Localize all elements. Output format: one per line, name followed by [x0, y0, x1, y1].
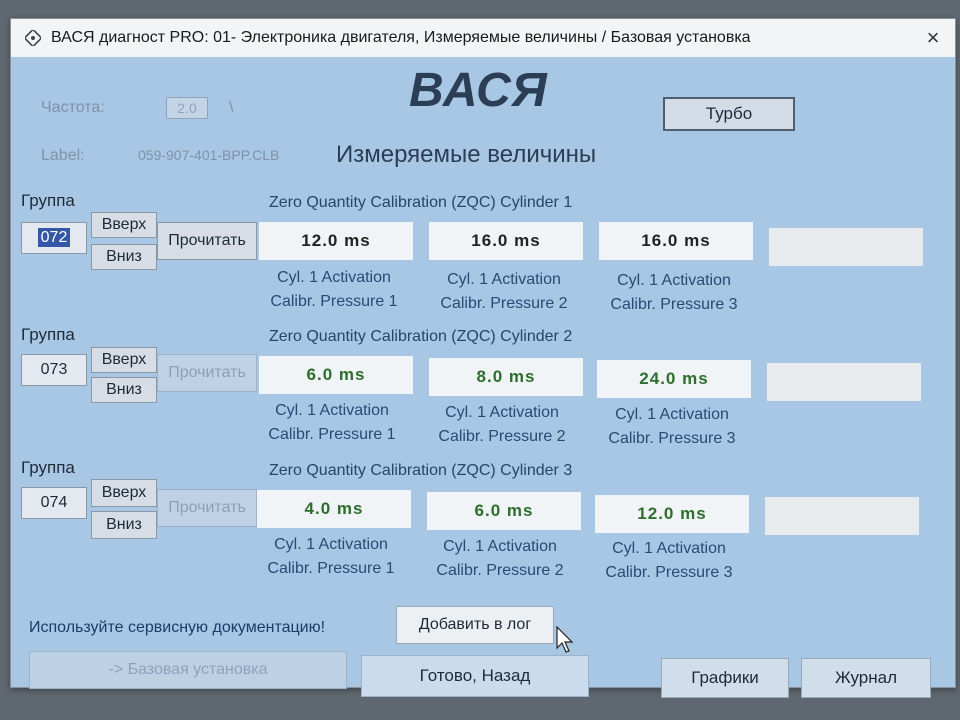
group-3-caption-3: Cyl. 1 Activation Calibr. Pressure 3 — [589, 537, 749, 585]
caption-line-1: Cyl. 1 Activation — [275, 402, 389, 419]
group-3-read-button[interactable]: Прочитать — [157, 489, 257, 527]
group-1-number-input[interactable]: 072 — [21, 222, 87, 254]
caption-line-2: Calibr. Pressure 1 — [268, 426, 396, 443]
caption-line-1: Cyl. 1 Activation — [615, 406, 729, 423]
page-title: Измеряемые величины — [336, 141, 597, 168]
group-2-value-2: 8.0 ms — [429, 358, 583, 396]
graphs-button[interactable]: Графики — [661, 658, 789, 698]
close-button[interactable]: × — [919, 25, 947, 51]
main-panel: Частота: 2.0 \ Label: 059-907-401-BPP.CL… — [11, 57, 955, 698]
group-1-value-3: 16.0 ms — [599, 222, 753, 260]
label-file: 059-907-401-BPP.CLB — [138, 147, 280, 163]
app-icon — [25, 30, 41, 46]
group-3-value-3: 12.0 ms — [595, 495, 749, 533]
group-2-caption-3: Cyl. 1 Activation Calibr. Pressure 3 — [592, 403, 752, 451]
group-2-title: Zero Quantity Calibration (ZQC) Cylinder… — [269, 328, 573, 345]
caption-line-2: Calibr. Pressure 2 — [436, 562, 564, 579]
group-1-label: Группа — [21, 191, 75, 210]
caption-line-2: Calibr. Pressure 2 — [440, 295, 568, 312]
app-window: ВАСЯ диагност PRO: 01- Электроника двига… — [10, 18, 956, 698]
caption-line-1: Cyl. 1 Activation — [612, 540, 726, 557]
group-1-value-4 — [769, 228, 923, 266]
mouse-cursor-icon — [556, 626, 574, 653]
group-3-up-button[interactable]: Вверх — [91, 479, 157, 507]
group-2-caption-2: Cyl. 1 Activation Calibr. Pressure 2 — [422, 401, 582, 449]
caption-line-1: Cyl. 1 Activation — [617, 272, 731, 289]
caption-line-2: Calibr. Pressure 3 — [608, 430, 736, 447]
caption-line-2: Calibr. Pressure 1 — [270, 293, 398, 310]
frequency-separator: \ — [229, 99, 234, 116]
caption-line-2: Calibr. Pressure 3 — [610, 296, 738, 313]
app-logo: ВАСЯ — [409, 64, 548, 117]
group-3-label: Группа — [21, 458, 75, 477]
group-1-caption-1: Cyl. 1 Activation Calibr. Pressure 1 — [254, 266, 414, 314]
title-bar: ВАСЯ диагност PRO: 01- Электроника двига… — [11, 19, 955, 57]
group-1-up-button[interactable]: Вверх — [91, 212, 157, 238]
done-back-button[interactable]: Готово, Назад — [361, 655, 589, 697]
window-title: ВАСЯ диагност PRO: 01- Электроника двига… — [51, 29, 751, 46]
group-2-label: Группа — [21, 325, 75, 344]
group-1-caption-3: Cyl. 1 Activation Calibr. Pressure 3 — [594, 269, 754, 317]
basic-settings-button[interactable]: -> Базовая установка — [29, 651, 347, 689]
group-3-caption-1: Cyl. 1 Activation Calibr. Pressure 1 — [251, 533, 411, 581]
group-3-down-button[interactable]: Вниз — [91, 511, 157, 539]
group-1-value-1: 12.0 ms — [259, 222, 413, 260]
caption-line-1: Cyl. 1 Activation — [277, 269, 391, 286]
group-2-value-1: 6.0 ms — [259, 356, 413, 394]
group-3-title: Zero Quantity Calibration (ZQC) Cylinder… — [269, 462, 573, 479]
group-2-up-button[interactable]: Вверх — [91, 347, 157, 373]
group-1-caption-2: Cyl. 1 Activation Calibr. Pressure 2 — [424, 268, 584, 316]
group-1-value-2: 16.0 ms — [429, 222, 583, 260]
service-doc-hint: Используйте сервисную документацию! — [29, 619, 326, 636]
group-3-value-1: 4.0 ms — [257, 490, 411, 528]
group-3-value-4 — [765, 497, 919, 535]
group-2-value-3: 24.0 ms — [597, 360, 751, 398]
caption-line-2: Calibr. Pressure 2 — [438, 428, 566, 445]
frequency-label: Частота: — [41, 99, 105, 116]
turbo-button[interactable]: Турбо — [663, 97, 795, 131]
group-3-number-input[interactable]: 074 — [21, 487, 87, 519]
frequency-field: 2.0 — [166, 97, 208, 119]
caption-line-1: Cyl. 1 Activation — [445, 404, 559, 421]
group-2-value-4 — [767, 363, 921, 401]
caption-line-1: Cyl. 1 Activation — [443, 538, 557, 555]
caption-line-2: Calibr. Pressure 1 — [267, 560, 395, 577]
caption-line-2: Calibr. Pressure 3 — [605, 564, 733, 581]
group-1-number: 072 — [37, 228, 71, 247]
group-1-title: Zero Quantity Calibration (ZQC) Cylinder… — [269, 194, 573, 211]
group-3-value-2: 6.0 ms — [427, 492, 581, 530]
journal-button[interactable]: Журнал — [801, 658, 931, 698]
group-2-caption-1: Cyl. 1 Activation Calibr. Pressure 1 — [252, 399, 412, 447]
caption-line-1: Cyl. 1 Activation — [274, 536, 388, 553]
group-2-down-button[interactable]: Вниз — [91, 377, 157, 403]
group-1-down-button[interactable]: Вниз — [91, 244, 157, 270]
caption-line-1: Cyl. 1 Activation — [447, 271, 561, 288]
group-1-read-button[interactable]: Прочитать — [157, 222, 257, 260]
group-3-caption-2: Cyl. 1 Activation Calibr. Pressure 2 — [420, 535, 580, 583]
label-caption: Label: — [41, 147, 85, 164]
add-to-log-button[interactable]: Добавить в лог — [396, 606, 554, 644]
group-2-read-button[interactable]: Прочитать — [157, 354, 257, 392]
group-2-number-input[interactable]: 073 — [21, 354, 87, 386]
